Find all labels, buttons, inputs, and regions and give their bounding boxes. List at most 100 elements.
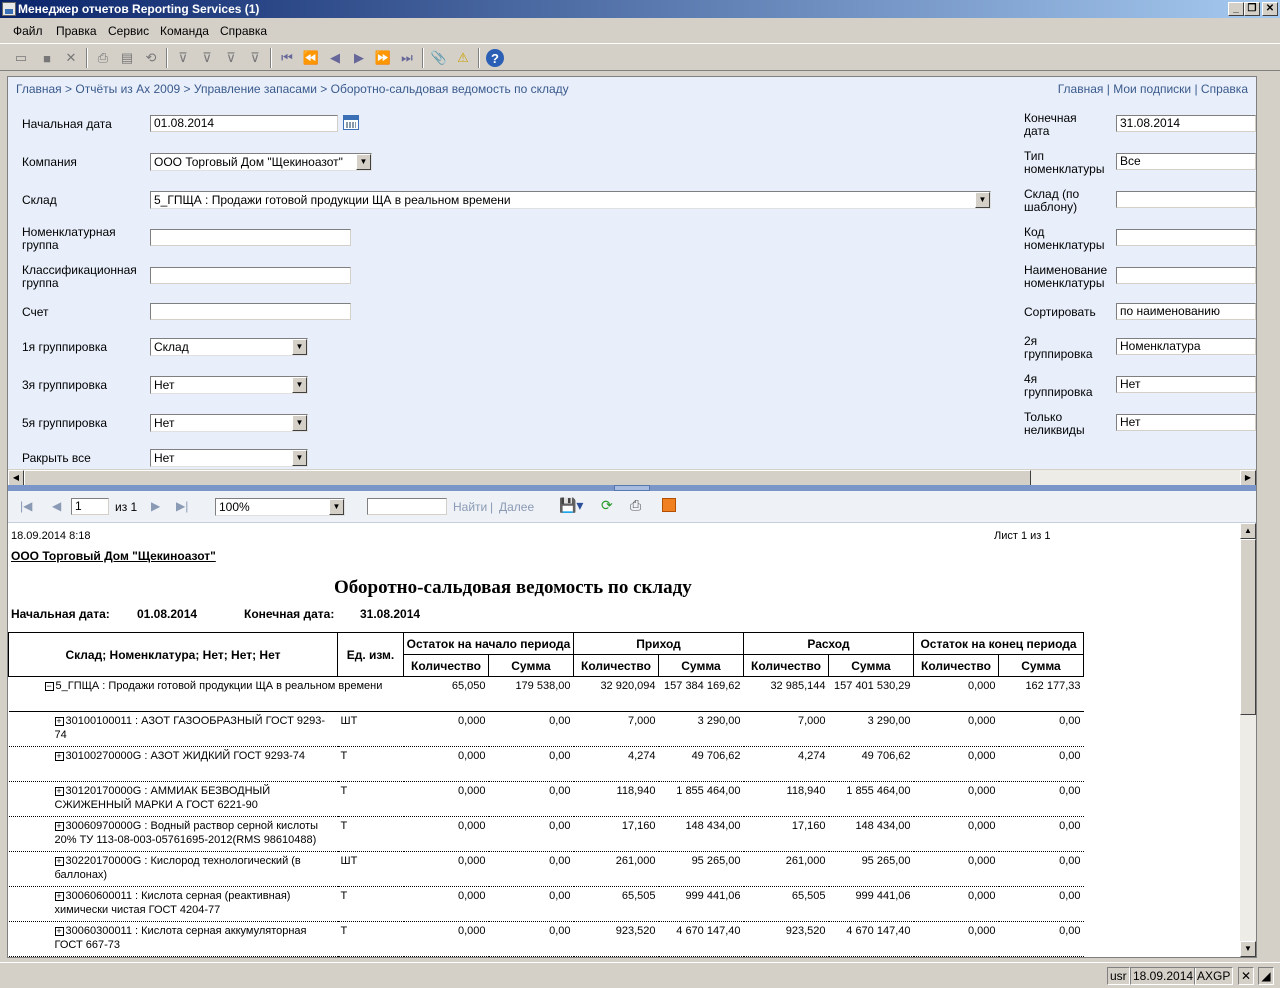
only-illiquid-select[interactable]: Нет bbox=[1116, 414, 1256, 431]
expand-icon[interactable]: + bbox=[54, 822, 64, 831]
first-page-icon[interactable]: |◀ bbox=[20, 499, 32, 513]
sort-select[interactable]: по наименованию bbox=[1116, 303, 1256, 320]
horizontal-scrollbar[interactable]: ◀ ▶ bbox=[8, 469, 1256, 486]
menu-edit[interactable]: Правка bbox=[56, 24, 97, 38]
find-input[interactable] bbox=[367, 498, 447, 515]
item-value-cell: 65,505 bbox=[573, 886, 659, 922]
item-name-input[interactable] bbox=[1116, 267, 1256, 284]
item-value-cell: 999 441,06 bbox=[828, 886, 914, 922]
clear-filter-icon[interactable]: ⊽ bbox=[246, 49, 264, 67]
item-type-select[interactable]: Все bbox=[1116, 153, 1256, 170]
item-code-input[interactable] bbox=[1116, 229, 1256, 246]
expand-icon[interactable]: + bbox=[54, 927, 64, 936]
class-group-input[interactable] bbox=[150, 267, 351, 284]
calendar-icon[interactable] bbox=[343, 115, 359, 130]
grouping5-select[interactable]: Нет ▼ bbox=[150, 414, 308, 432]
expand-icon[interactable]: + bbox=[54, 857, 64, 866]
next-page-icon[interactable]: ▶ bbox=[151, 499, 160, 513]
last-page-icon[interactable]: ▶| bbox=[176, 499, 188, 513]
item-value-cell: 0,000 bbox=[403, 746, 489, 782]
end-date-input[interactable]: 31.08.2014 bbox=[1116, 115, 1256, 132]
export-icon[interactable]: 💾▾ bbox=[559, 497, 583, 514]
data-feed-icon[interactable] bbox=[662, 498, 676, 512]
grouping3-select[interactable]: Нет ▼ bbox=[150, 376, 308, 394]
save-icon[interactable]: ■ bbox=[38, 49, 56, 67]
account-input[interactable] bbox=[150, 303, 351, 320]
link-home[interactable]: Главная bbox=[1058, 82, 1104, 96]
expand-all-select[interactable]: Нет ▼ bbox=[150, 449, 308, 467]
warehouse-select[interactable]: 5_ГПЩА : Продажи готовой продукции ЩА в … bbox=[150, 191, 991, 209]
warehouse-mask-input[interactable] bbox=[1116, 191, 1256, 208]
expand-icon[interactable]: + bbox=[54, 892, 64, 901]
chevron-down-icon[interactable]: ▼ bbox=[356, 154, 371, 170]
menu-command[interactable]: Команда bbox=[160, 24, 209, 38]
collapse-icon[interactable]: − bbox=[44, 682, 54, 691]
chevron-down-icon[interactable]: ▼ bbox=[292, 377, 307, 393]
start-date-input[interactable]: 01.08.2014 bbox=[150, 115, 338, 132]
scroll-up-icon[interactable]: ▲ bbox=[1240, 523, 1256, 539]
item-group-input[interactable] bbox=[150, 229, 351, 246]
grouping4-select[interactable]: Нет bbox=[1116, 376, 1256, 393]
menu-help[interactable]: Справка bbox=[220, 24, 267, 38]
page-number-input[interactable]: 1 bbox=[71, 498, 109, 515]
first-record-icon[interactable]: ⏮ bbox=[278, 49, 296, 67]
menu-file[interactable]: Файл bbox=[13, 24, 43, 38]
alert-icon[interactable]: ⚠ bbox=[454, 49, 472, 67]
find-next-link[interactable]: Далее bbox=[499, 500, 534, 514]
grouping1-select[interactable]: Склад ▼ bbox=[150, 338, 308, 356]
scroll-thumb[interactable] bbox=[24, 470, 1031, 486]
next-page-icon[interactable]: ⏩ bbox=[374, 49, 392, 67]
scroll-left-icon[interactable]: ◀ bbox=[8, 470, 24, 486]
advanced-filter-icon[interactable]: ⊽ bbox=[222, 49, 240, 67]
breadcrumb-current-report[interactable]: Оборотно-сальдовая ведомость по складу bbox=[331, 82, 569, 96]
scroll-down-icon[interactable]: ▼ bbox=[1240, 941, 1256, 957]
chevron-down-icon[interactable]: ▼ bbox=[329, 499, 344, 515]
filter-icon[interactable]: ⊽ bbox=[174, 49, 192, 67]
print-preview-icon[interactable]: ▤ bbox=[118, 49, 136, 67]
close-button[interactable]: ✕ bbox=[1262, 2, 1278, 16]
breadcrumb-home[interactable]: Главная bbox=[16, 82, 62, 96]
maximize-button[interactable]: ❐ bbox=[1244, 2, 1260, 16]
item-value-cell: 3 290,00 bbox=[658, 711, 744, 747]
find-link[interactable]: Найти bbox=[453, 500, 487, 514]
scroll-right-icon[interactable]: ▶ bbox=[1240, 470, 1256, 486]
delete-icon[interactable]: ✕ bbox=[62, 49, 80, 67]
close-icon[interactable]: ✕ bbox=[1238, 967, 1254, 985]
document-handling-icon[interactable]: 📎 bbox=[430, 49, 448, 67]
refresh-icon[interactable]: ⟳ bbox=[601, 497, 613, 514]
link-separator: | bbox=[1106, 82, 1110, 96]
table-row: +30060600011 : Кислота серная (реактивна… bbox=[8, 886, 1084, 922]
item-value-cell: 0,000 bbox=[403, 886, 489, 922]
expand-icon[interactable]: + bbox=[54, 717, 64, 726]
print-icon[interactable]: ⎙ bbox=[630, 497, 641, 514]
chevron-down-icon[interactable]: ▼ bbox=[292, 450, 307, 466]
end-date-label: Конечная дата bbox=[1024, 111, 1077, 138]
link-help[interactable]: Справка bbox=[1201, 82, 1248, 96]
vertical-scrollbar[interactable]: ▲ ▼ bbox=[1240, 523, 1256, 957]
previous-page-icon[interactable]: ⏪ bbox=[302, 49, 320, 67]
new-icon[interactable]: ▭ bbox=[12, 49, 30, 67]
expand-icon[interactable]: + bbox=[54, 752, 64, 761]
chevron-down-icon[interactable]: ▼ bbox=[975, 192, 990, 208]
chevron-down-icon[interactable]: ▼ bbox=[292, 339, 307, 355]
breadcrumb-inventory[interactable]: Управление запасами bbox=[194, 82, 317, 96]
previous-record-icon[interactable]: ◀ bbox=[326, 49, 344, 67]
scroll-thumb[interactable] bbox=[1240, 539, 1256, 715]
previous-page-icon[interactable]: ◀ bbox=[52, 499, 61, 513]
grouping2-select[interactable]: Номенклатура bbox=[1116, 338, 1256, 355]
expand-icon[interactable]: + bbox=[54, 787, 64, 796]
help-icon[interactable]: ? bbox=[486, 49, 504, 67]
refresh-icon[interactable]: ⟲ bbox=[142, 49, 160, 67]
menu-service[interactable]: Сервис bbox=[108, 24, 149, 38]
print-icon[interactable]: ⎙ bbox=[94, 49, 112, 67]
breadcrumb-reports-ax2009[interactable]: Отчёты из Ax 2009 bbox=[75, 82, 180, 96]
next-record-icon[interactable]: ▶ bbox=[350, 49, 368, 67]
report-company: ООО Торговый Дом "Щекиноазот" bbox=[11, 549, 216, 563]
filter-by-selection-icon[interactable]: ⊽ bbox=[198, 49, 216, 67]
chevron-down-icon[interactable]: ▼ bbox=[292, 415, 307, 431]
company-select[interactable]: ООО Торговый Дом "Щекиноазот" ▼ bbox=[150, 153, 372, 171]
last-record-icon[interactable]: ⏭ bbox=[398, 49, 416, 67]
link-subscriptions[interactable]: Мои подписки bbox=[1113, 82, 1191, 96]
minimize-button[interactable]: _ bbox=[1228, 2, 1244, 16]
zoom-select[interactable]: 100% ▼ bbox=[215, 498, 345, 516]
